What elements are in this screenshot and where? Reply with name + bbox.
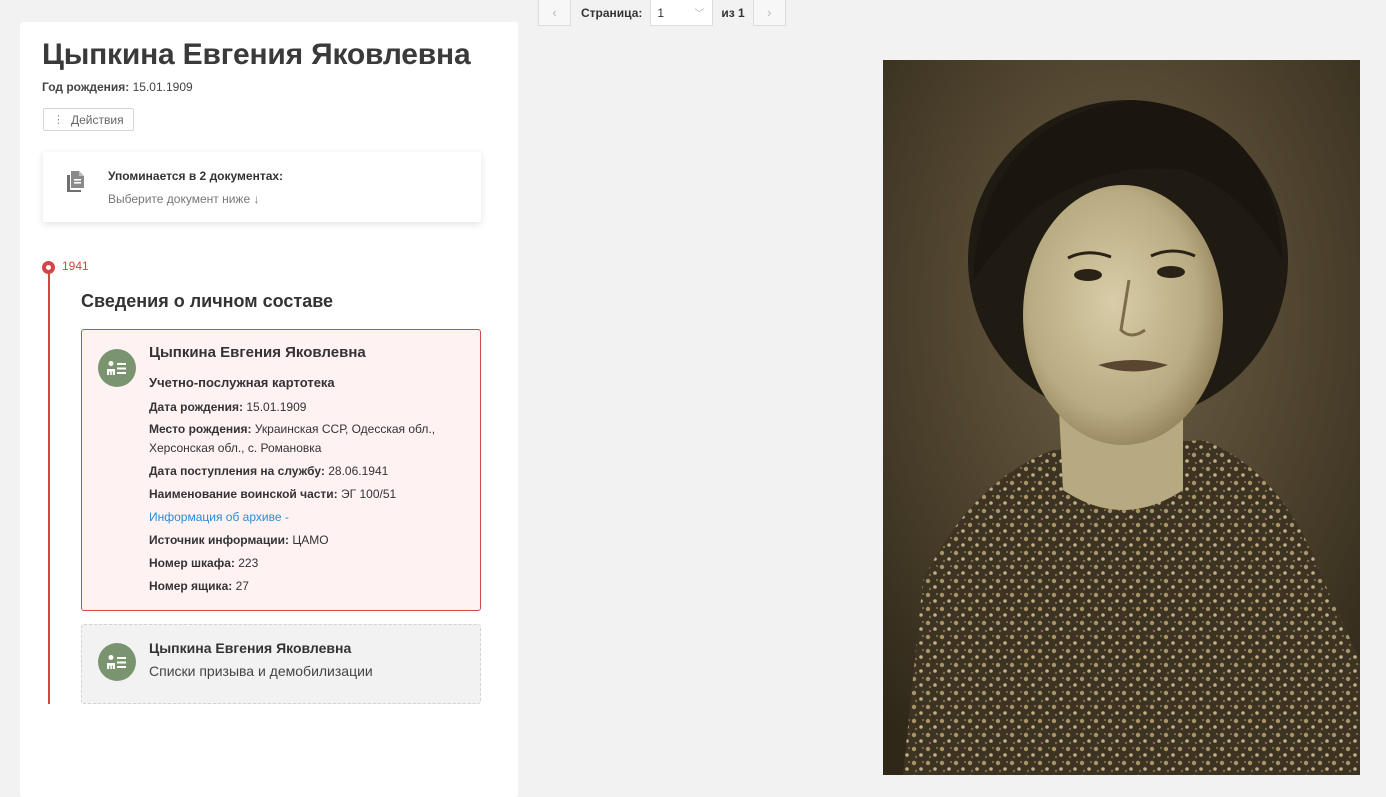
field-value: ЦАМО (292, 533, 329, 547)
portrait-image (883, 60, 1360, 775)
page-select[interactable]: 1 ﹀ (650, 0, 714, 26)
timeline-year: 1941 (62, 259, 89, 273)
mentions-box: Упоминается в 2 документах: Выберите док… (43, 152, 481, 222)
field-value: 28.06.1941 (328, 464, 389, 478)
page-total: из 1 (721, 6, 745, 20)
field-label: Номер ящика: (149, 579, 233, 593)
field-value: 223 (238, 556, 259, 570)
document-photo[interactable] (883, 60, 1360, 775)
field-box: Номер ящика: 27 (149, 576, 469, 596)
timeline-line (48, 272, 50, 704)
field-label: Номер шкафа: (149, 556, 235, 570)
pager: ‹ Страница: 1 ﹀ из 1 › (538, 0, 786, 26)
document-card-active[interactable]: Цыпкина Евгения Яковлевна Учетно-послужн… (81, 329, 481, 611)
card-document-type: Списки призыва и демобилизации (149, 663, 373, 679)
birth-year: Год рождения: 15.01.1909 (42, 80, 193, 94)
person-name: Цыпкина Евгения Яковлевна (42, 38, 471, 71)
field-label: Дата поступления на службу: (149, 464, 325, 478)
person-card-icon (98, 643, 136, 681)
card-document-type: Учетно-послужная картотека (149, 375, 335, 390)
page-label: Страница: (581, 6, 643, 20)
actions-button[interactable]: ⋮ Действия (43, 108, 134, 131)
archive-info-link[interactable]: Информация об архиве - (149, 510, 289, 524)
timeline-dot-icon (42, 261, 55, 274)
card-person-name: Цыпкина Евгения Яковлевна (149, 640, 352, 656)
field-value: 15.01.1909 (246, 400, 307, 414)
field-source: Источник информации: ЦАМО (149, 530, 469, 550)
card-fields: Дата рождения: 15.01.1909 Место рождения… (149, 397, 469, 599)
field-military-unit: Наименование воинской части: ЭГ 100/51 (149, 484, 469, 504)
prev-page-button[interactable]: ‹ (538, 0, 571, 26)
chevron-left-icon: ‹ (552, 5, 557, 20)
document-card[interactable]: Цыпкина Евгения Яковлевна Списки призыва… (81, 624, 481, 704)
card-person-name: Цыпкина Евгения Яковлевна (149, 344, 366, 361)
field-label: Дата рождения: (149, 400, 244, 414)
documents-icon (67, 171, 84, 192)
field-value: ЭГ 100/51 (341, 487, 397, 501)
person-card-icon (98, 349, 136, 387)
field-birth-place: Место рождения: Украинская ССР, Одесская… (149, 420, 469, 458)
field-label: Источник информации: (149, 533, 289, 547)
actions-label: Действия (71, 112, 124, 127)
field-label: Место рождения: (149, 422, 252, 436)
field-birth-date: Дата рождения: 15.01.1909 (149, 397, 469, 417)
field-archive-info: Информация об архиве - (149, 507, 469, 527)
field-service-start: Дата поступления на службу: 28.06.1941 (149, 461, 469, 481)
birth-label: Год рождения: (42, 80, 130, 94)
section-title: Сведения о личном составе (81, 291, 334, 311)
field-value: 27 (235, 579, 249, 593)
mentions-subtitle: Выберите документ ниже ↓ (108, 192, 260, 206)
field-cabinet: Номер шкафа: 223 (149, 553, 469, 573)
chevron-down-icon: ﹀ (694, 9, 705, 20)
person-panel: Цыпкина Евгения Яковлевна Год рождения: … (20, 22, 518, 797)
more-vertical-icon: ⋮ (53, 114, 64, 126)
mentions-title: Упоминается в 2 документах: (108, 169, 284, 183)
field-label: Наименование воинской части: (149, 487, 338, 501)
page-select-value: 1 (657, 5, 665, 20)
next-page-button[interactable]: › (752, 0, 786, 26)
birth-value: 15.01.1909 (132, 80, 193, 94)
chevron-right-icon: › (767, 5, 772, 20)
